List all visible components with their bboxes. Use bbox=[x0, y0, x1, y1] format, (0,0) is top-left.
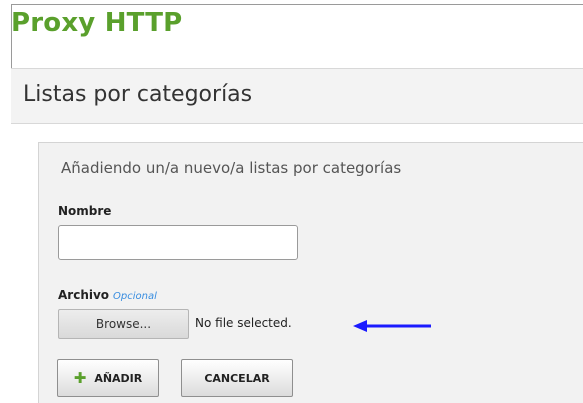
add-button-label: AÑADIR bbox=[94, 371, 143, 385]
add-form: Añadiendo un/a nuevo/a listas por catego… bbox=[38, 142, 583, 403]
cancel-button[interactable]: CANCELAR bbox=[181, 359, 293, 397]
form-container: Añadiendo un/a nuevo/a listas por catego… bbox=[11, 124, 583, 403]
file-label: Archivo bbox=[58, 288, 110, 302]
name-input[interactable] bbox=[58, 225, 298, 260]
optional-tag: Opcional bbox=[113, 291, 157, 302]
form-heading: Añadiendo un/a nuevo/a listas por catego… bbox=[61, 159, 402, 177]
browse-button[interactable]: Browse... bbox=[58, 309, 189, 339]
add-button[interactable]: ✚ AÑADIR bbox=[57, 359, 159, 397]
arrow-left-icon bbox=[353, 320, 431, 332]
section-header: Listas por categorías bbox=[11, 68, 583, 124]
file-label-row: Archivo Opcional bbox=[58, 288, 157, 302]
section-title: Listas por categorías bbox=[23, 82, 253, 107]
plus-icon: ✚ bbox=[73, 368, 87, 387]
page-title: Proxy HTTP bbox=[11, 8, 183, 38]
cancel-button-label: CANCELAR bbox=[204, 371, 270, 385]
name-label: Nombre bbox=[58, 204, 112, 218]
file-status: No file selected. bbox=[195, 316, 292, 330]
